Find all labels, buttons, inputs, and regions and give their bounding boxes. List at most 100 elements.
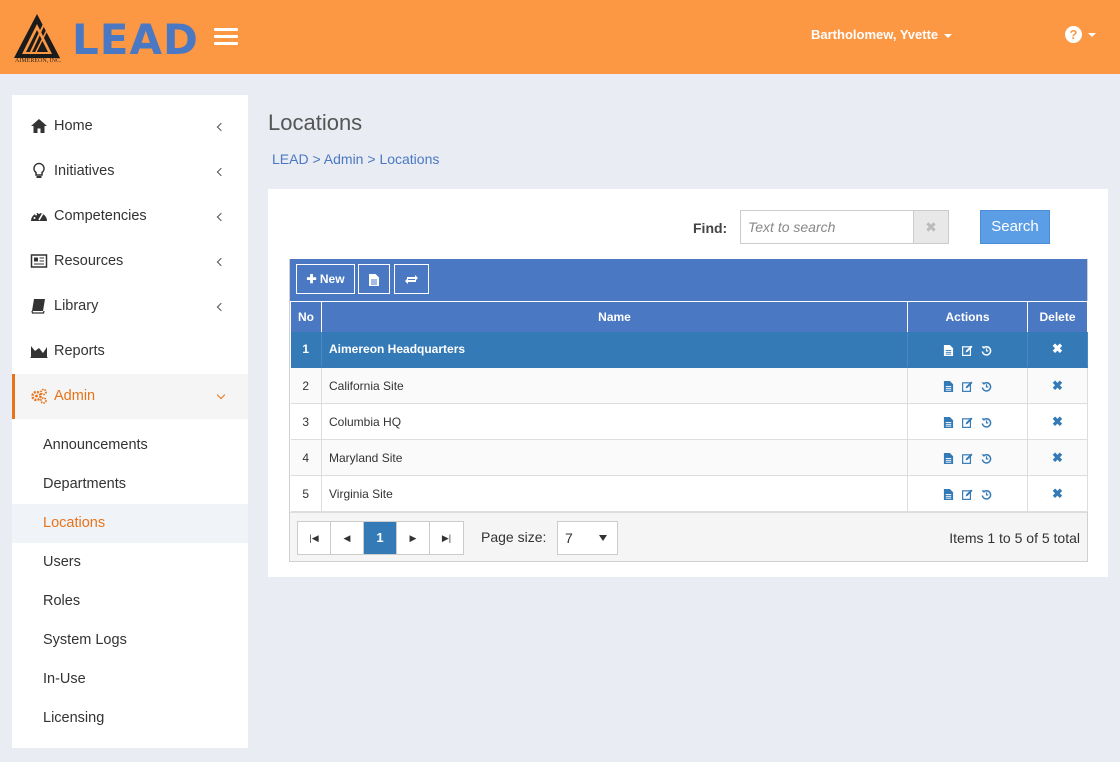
row-delete: ✖	[1027, 367, 1088, 404]
edit-icon[interactable]	[962, 453, 973, 464]
location-name: California Site	[321, 367, 908, 404]
breadcrumb: LEAD > Admin > Locations	[272, 151, 439, 167]
submenu-item-announcements[interactable]: Announcements	[12, 426, 248, 465]
page-size-select[interactable]: 7	[557, 521, 618, 555]
pager-buttons: |◀ ◀ 1 ▶ ▶|	[297, 521, 464, 555]
submenu-item-locations[interactable]: Locations	[12, 504, 248, 543]
caret-down-icon	[599, 535, 607, 541]
row-delete: ✖	[1027, 475, 1088, 512]
submenu-item-departments[interactable]: Departments	[12, 465, 248, 504]
table-row[interactable]: 3 Columbia HQ ✖	[290, 403, 1088, 440]
top-bar: LEAD AIMEREON, INC. Bartholomew, Yvette …	[0, 0, 1120, 74]
breadcrumb-link-lead[interactable]: LEAD	[272, 151, 309, 167]
lightbulb-icon	[33, 162, 45, 178]
sidebar-item-resources[interactable]: Resources	[12, 239, 248, 284]
page-size-value: 7	[565, 530, 573, 546]
dashboard-icon	[31, 212, 47, 221]
submenu-item-system-logs[interactable]: System Logs	[12, 621, 248, 660]
history-icon[interactable]	[981, 381, 992, 392]
history-icon[interactable]	[981, 453, 992, 464]
sidebar: Home Initiatives Competencies Resources …	[12, 95, 248, 748]
chevron-left-icon	[216, 257, 226, 267]
sidebar-item-label: Reports	[54, 343, 105, 359]
help-menu[interactable]: ?	[1065, 26, 1096, 44]
delete-icon[interactable]: ✖	[1052, 486, 1063, 501]
chevron-left-icon	[216, 122, 226, 132]
search-input[interactable]	[740, 210, 914, 244]
sidebar-item-label: Home	[54, 118, 93, 134]
question-circle-icon: ?	[1065, 26, 1082, 44]
new-button-label: New	[319, 272, 345, 286]
row-delete: ✖	[1027, 439, 1088, 476]
column-header-delete: Delete	[1027, 301, 1088, 332]
aimereon-logo-icon	[14, 14, 60, 58]
column-header-no[interactable]: No	[290, 301, 322, 332]
row-number: 1	[290, 331, 322, 368]
sidebar-item-admin[interactable]: Admin	[12, 374, 248, 419]
table-row[interactable]: 4 Maryland Site ✖	[290, 439, 1088, 476]
view-file-icon[interactable]	[943, 452, 954, 464]
view-file-icon[interactable]	[943, 380, 954, 392]
search-button[interactable]: Search	[980, 210, 1050, 244]
row-actions	[907, 403, 1028, 440]
history-icon[interactable]	[981, 489, 992, 500]
table-row[interactable]: 2 California Site ✖	[290, 367, 1088, 404]
lead-logo[interactable]: LEAD AIMEREON, INC.	[14, 14, 199, 66]
submenu-item-licensing[interactable]: Licensing	[12, 699, 248, 738]
refresh-button[interactable]	[394, 264, 429, 294]
file-icon	[369, 273, 379, 286]
admin-submenu: Announcements Departments Locations User…	[12, 419, 248, 738]
location-name: Virginia Site	[321, 475, 908, 512]
sidebar-item-library[interactable]: Library	[12, 284, 248, 329]
clear-search-button[interactable]: ✖	[913, 210, 949, 244]
sidebar-item-home[interactable]: Home	[12, 104, 248, 149]
edit-icon[interactable]	[962, 417, 973, 428]
sidebar-item-reports[interactable]: Reports	[12, 329, 248, 374]
table-row[interactable]: 5 Virginia Site ✖	[290, 475, 1088, 512]
chevron-left-icon	[216, 167, 226, 177]
history-icon[interactable]	[981, 345, 992, 356]
book-icon	[31, 299, 45, 314]
locations-panel: Find: ✖ Search ✚ New No Name Actions Del…	[268, 189, 1108, 577]
column-header-actions: Actions	[907, 301, 1028, 332]
submenu-item-in-use[interactable]: In-Use	[12, 660, 248, 699]
locations-table: No Name Actions Delete 1 Aimereon Headqua…	[290, 301, 1088, 512]
first-page-button[interactable]: |◀	[298, 522, 331, 554]
view-file-icon[interactable]	[943, 488, 954, 500]
current-page-button[interactable]: 1	[364, 522, 397, 554]
export-button[interactable]	[358, 264, 390, 294]
sidebar-item-initiatives[interactable]: Initiatives	[12, 149, 248, 194]
locations-grid: ✚ New No Name Actions Delete 1 Aimereon H…	[289, 259, 1088, 562]
delete-icon[interactable]: ✖	[1052, 450, 1063, 465]
next-page-button[interactable]: ▶	[397, 522, 430, 554]
view-file-icon[interactable]	[943, 344, 954, 356]
new-button[interactable]: ✚ New	[296, 264, 355, 294]
history-icon[interactable]	[981, 417, 992, 428]
user-menu[interactable]: Bartholomew, Yvette	[811, 27, 953, 42]
delete-icon[interactable]: ✖	[1052, 414, 1063, 429]
column-header-name[interactable]: Name	[321, 301, 908, 332]
edit-icon[interactable]	[962, 345, 973, 356]
prev-page-button[interactable]: ◀	[331, 522, 364, 554]
row-number: 2	[290, 367, 322, 404]
breadcrumb-link-admin[interactable]: Admin	[324, 151, 364, 167]
delete-icon[interactable]: ✖	[1052, 378, 1063, 393]
grid-toolbar: ✚ New	[290, 259, 1087, 301]
table-row[interactable]: 1 Aimereon Headquarters ✖	[290, 331, 1088, 368]
logo-text: LEAD	[72, 15, 199, 64]
sidebar-item-competencies[interactable]: Competencies	[12, 194, 248, 239]
submenu-item-users[interactable]: Users	[12, 543, 248, 582]
sidebar-item-label: Admin	[54, 388, 96, 404]
menu-toggle-icon[interactable]	[214, 28, 238, 46]
view-file-icon[interactable]	[943, 416, 954, 428]
delete-icon[interactable]: ✖	[1052, 341, 1063, 356]
edit-icon[interactable]	[962, 381, 973, 392]
breadcrumb-separator: >	[312, 151, 321, 167]
logo-company-text: AIMEREON, INC.	[15, 58, 62, 64]
submenu-item-roles[interactable]: Roles	[12, 582, 248, 621]
chevron-left-icon	[216, 302, 226, 312]
user-name: Bartholomew, Yvette	[811, 27, 939, 42]
edit-icon[interactable]	[962, 489, 973, 500]
row-number: 5	[290, 475, 322, 512]
last-page-button[interactable]: ▶|	[430, 522, 463, 554]
